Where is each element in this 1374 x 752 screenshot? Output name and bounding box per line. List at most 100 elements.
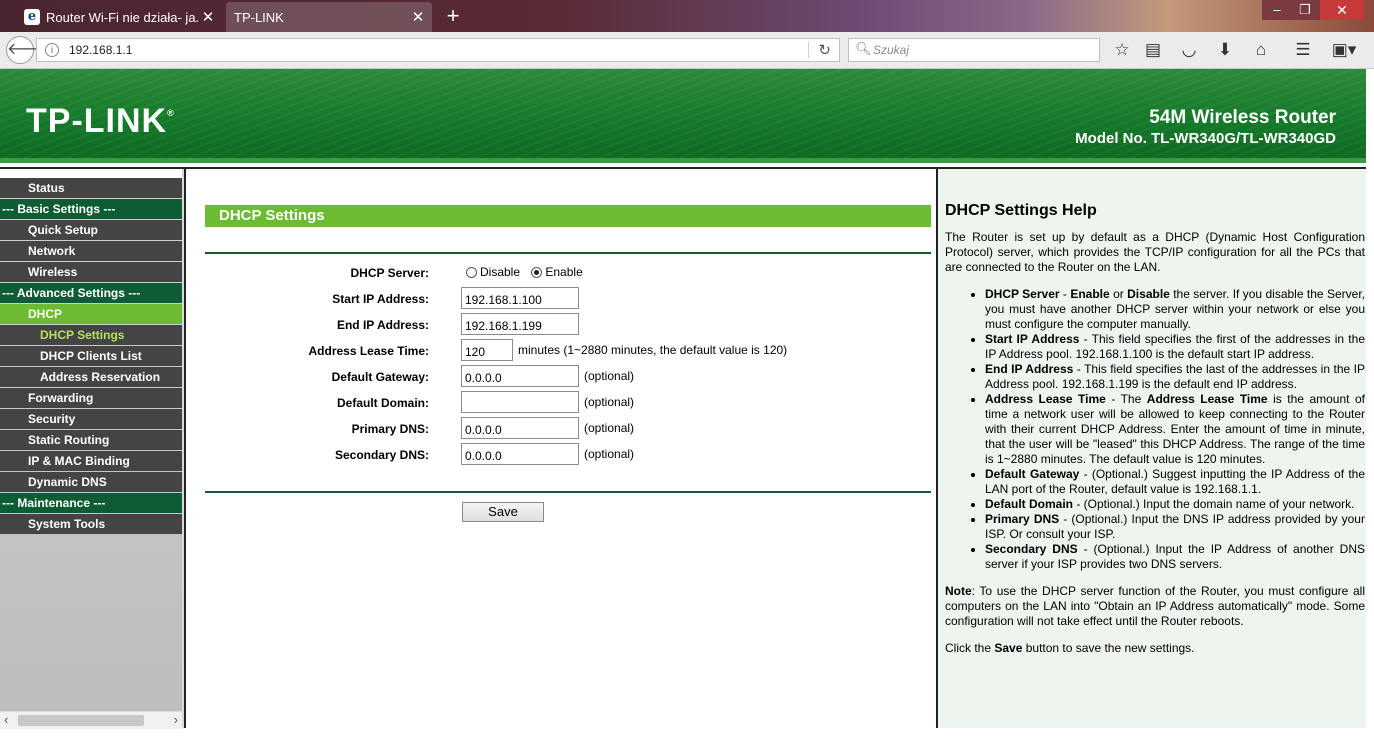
dhcp-server-row: DHCP Server: Disable Enable <box>205 261 931 285</box>
primary-dns-row: Primary DNS: (optional) <box>205 417 931 441</box>
radio-disable[interactable]: Disable <box>466 265 520 279</box>
maximize-button[interactable]: ❐ <box>1290 0 1320 20</box>
primary-dns-input[interactable] <box>461 417 579 439</box>
frame-divider <box>182 169 186 728</box>
scroll-right-icon[interactable]: › <box>174 712 178 728</box>
optional-note: (optional) <box>584 447 635 461</box>
help-list-item: Default Domain - (Optional.) Input the d… <box>985 497 1365 512</box>
lease-time-input[interactable] <box>461 339 513 361</box>
minimize-button[interactable]: ‒ <box>1262 0 1292 20</box>
divider <box>205 491 931 493</box>
help-intro: The Router is set up by default as a DHC… <box>945 230 1365 274</box>
help-list-item: DHCP Server - Enable or Disable the serv… <box>985 287 1365 332</box>
info-icon[interactable]: i <box>45 43 59 57</box>
browser-tab-2[interactable]: TP-LINK ✕ <box>226 2 432 32</box>
menu-item-quick-setup[interactable]: Quick Setup <box>0 220 182 240</box>
reload-icon[interactable]: ↻ <box>818 41 831 59</box>
default-gateway-input[interactable] <box>461 365 579 387</box>
divider <box>205 252 931 254</box>
radio-label: Disable <box>480 265 521 279</box>
tp-link-logo: TP-LINK® <box>26 102 175 141</box>
left-menu: Status --- Basic Settings --- Quick Setup N… <box>0 178 182 713</box>
domain-row: Default Domain: (optional) <box>205 391 931 415</box>
help-list-item: Start IP Address - This field specifies … <box>985 332 1365 362</box>
menu-icon[interactable]: ☰ <box>1292 40 1314 60</box>
browser-tab-1[interactable]: e Router Wi-Fi nie działa- ja... ✕ <box>18 2 222 32</box>
menu-item-network[interactable]: Network <box>0 241 182 261</box>
radio-enable[interactable]: Enable <box>531 265 583 279</box>
search-icon: 🔍︎ <box>855 41 872 56</box>
radio-selected-icon[interactable] <box>531 267 543 278</box>
home-icon[interactable]: ⌂ <box>1250 40 1272 60</box>
address-bar[interactable]: i 192.168.1.1 ↻ <box>36 38 840 62</box>
secondary-dns-row: Secondary DNS: (optional) <box>205 443 931 467</box>
menu-item-wireless[interactable]: Wireless <box>0 262 182 282</box>
menu-item-dhcp-settings[interactable]: DHCP Settings <box>0 325 182 345</box>
end-ip-input[interactable] <box>461 313 579 335</box>
menu-item-ip-mac-binding[interactable]: IP & MAC Binding <box>0 451 182 471</box>
start-ip-row: Start IP Address: <box>205 287 931 311</box>
secondary-dns-input[interactable] <box>461 443 579 465</box>
router-header: TP-LINK® 54M Wireless Router Model No. T… <box>0 69 1366 163</box>
optional-note: (optional) <box>584 421 635 435</box>
optional-note: (optional) <box>584 369 635 383</box>
help-title: DHCP Settings Help <box>945 202 1097 219</box>
save-button[interactable]: Save <box>462 502 544 522</box>
radio-label: Enable <box>545 265 583 279</box>
gateway-row: Default Gateway: (optional) <box>205 365 931 389</box>
menu-horizontal-scrollbar[interactable]: ‹ › <box>0 711 182 729</box>
logo-text: TP-LINK <box>26 102 168 140</box>
router-frames: Status --- Basic Settings --- Quick Setup N… <box>0 163 1366 729</box>
search-input[interactable]: 🔍︎ Szukaj <box>848 38 1100 62</box>
help-panel: DHCP Settings Help The Router is set up … <box>938 169 1366 728</box>
field-label: Address Lease Time: <box>308 344 430 358</box>
window-close-button[interactable]: ✕ <box>1320 0 1364 20</box>
new-tab-button[interactable]: + <box>443 4 463 28</box>
browser-navbar: 🡐 i 192.168.1.1 ↻ 🔍︎ Szukaj ☆ ▤ ◡ ⬇ ⌂ ☰ … <box>0 32 1374 69</box>
menu-item-status[interactable]: Status <box>0 178 182 198</box>
scrollbar-thumb[interactable] <box>18 715 144 726</box>
extension-icon[interactable]: ▣▾ <box>1326 40 1362 60</box>
dhcp-server-radio-group: Disable Enable <box>466 265 583 279</box>
menu-item-dhcp[interactable]: DHCP <box>0 304 182 324</box>
scroll-left-icon[interactable]: ‹ <box>4 712 8 728</box>
field-label: Secondary DNS: <box>334 448 429 462</box>
field-label: Primary DNS: <box>351 422 429 436</box>
help-note: Note: To use the DHCP server function of… <box>945 584 1365 628</box>
menu-item-forwarding[interactable]: Forwarding <box>0 388 182 408</box>
tab-title: TP-LINK <box>234 9 284 25</box>
help-list-item: Default Gateway - (Optional.) Suggest in… <box>985 467 1365 497</box>
url-separator <box>808 42 809 58</box>
menu-item-system-tools[interactable]: System Tools <box>0 514 182 534</box>
model-number: Model No. TL-WR340G/TL-WR340GD <box>1075 130 1336 147</box>
reading-list-icon[interactable]: ▤ <box>1142 40 1164 60</box>
menu-item-advanced-settings: --- Advanced Settings --- <box>0 283 182 303</box>
download-icon[interactable]: ⬇ <box>1214 40 1236 60</box>
tab-title: Router Wi-Fi nie działa- ja... <box>46 9 200 25</box>
bookmark-star-icon[interactable]: ☆ <box>1111 40 1133 60</box>
start-ip-input[interactable] <box>461 287 579 309</box>
field-label: Default Domain: <box>336 396 429 410</box>
menu-item-address-reservation[interactable]: Address Reservation <box>0 367 182 387</box>
ie-favicon-icon: e <box>24 9 40 25</box>
back-button[interactable]: 🡐 <box>6 36 50 64</box>
page-title: DHCP Settings <box>205 205 931 227</box>
close-icon[interactable]: ✕ <box>410 8 426 26</box>
help-save-text: Click the Save button to save the new se… <box>945 641 1195 655</box>
search-placeholder: Szukaj <box>873 43 910 57</box>
help-list-item: Secondary DNS - (Optional.) Input the IP… <box>985 542 1365 572</box>
menu-item-security[interactable]: Security <box>0 409 182 429</box>
lease-time-row: Address Lease Time: minutes (1~2880 minu… <box>205 339 931 363</box>
radio-icon[interactable] <box>466 267 477 278</box>
help-list-item: Primary DNS - (Optional.) Input the DNS … <box>985 512 1365 542</box>
menu-item-dynamic-dns[interactable]: Dynamic DNS <box>0 472 182 492</box>
pocket-icon[interactable]: ◡ <box>1178 40 1200 60</box>
close-icon[interactable]: ✕ <box>200 8 216 26</box>
default-domain-input[interactable] <box>461 391 579 413</box>
help-content: DHCP Settings Help The Router is set up … <box>945 203 1365 656</box>
menu-item-static-routing[interactable]: Static Routing <box>0 430 182 450</box>
lease-time-note: minutes (1~2880 minutes, the default val… <box>518 343 788 357</box>
field-label: End IP Address: <box>336 318 429 332</box>
url-text[interactable]: 192.168.1.1 <box>69 43 132 57</box>
menu-item-dhcp-clients-list[interactable]: DHCP Clients List <box>0 346 182 366</box>
